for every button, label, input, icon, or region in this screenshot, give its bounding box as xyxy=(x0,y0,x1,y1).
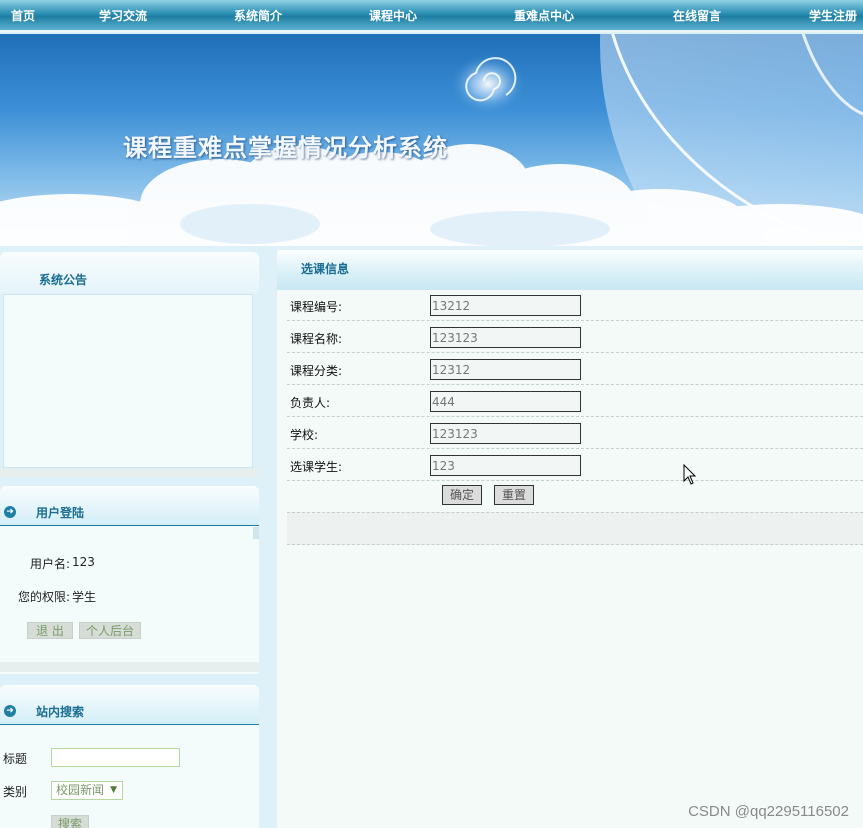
owner-label: 负责人: xyxy=(290,396,331,410)
course-name-label: 课程名称: xyxy=(290,332,343,346)
category-selected-value: 校园新闻 xyxy=(56,783,105,797)
role-label: 您的权限: xyxy=(18,590,71,604)
top-navigation: 首页 学习交流 系统简介 课程中心 重难点中心 在线留言 学生注册 xyxy=(0,0,863,32)
student-field[interactable] xyxy=(430,455,581,476)
nav-course-center[interactable]: 课程中心 xyxy=(369,7,417,24)
search-category-select[interactable]: 校园新闻 ▼ xyxy=(51,781,123,800)
mouse-cursor-icon xyxy=(683,464,697,485)
notice-title: 系统公告 xyxy=(39,273,88,287)
form-row-student: 选课学生: xyxy=(287,449,863,481)
student-label: 选课学生: xyxy=(290,460,343,474)
search-title: 站内搜索 xyxy=(36,705,85,719)
notice-content xyxy=(3,294,253,468)
panel-edge xyxy=(253,527,259,539)
site-title: 课程重难点掌握情况分析系统 xyxy=(123,133,448,162)
reset-button[interactable]: 重置 xyxy=(494,485,534,505)
left-sidebar: 系统公告 ➜ 用户登陆 用户名: 123 您的权限: 学生 退 出 个人后台 ➜… xyxy=(0,250,260,828)
course-id-field[interactable] xyxy=(430,295,581,316)
form-row-course-id: 课程编号: xyxy=(287,289,863,321)
main-panel-header: 选课信息 xyxy=(277,250,863,290)
nav-study-forum[interactable]: 学习交流 xyxy=(99,7,147,24)
notice-panel-footer xyxy=(0,468,259,478)
username-label: 用户名: xyxy=(30,557,71,571)
search-title-input[interactable] xyxy=(51,748,180,767)
login-panel-header: ➜ 用户登陆 xyxy=(0,486,259,526)
school-label: 学校: xyxy=(290,428,319,442)
form-row-owner: 负责人: xyxy=(287,385,863,417)
search-title-label: 标题 xyxy=(3,752,28,766)
course-name-field[interactable] xyxy=(430,327,581,348)
confirm-button[interactable]: 确定 xyxy=(442,485,482,505)
main-title: 选课信息 xyxy=(301,262,350,276)
search-button[interactable]: 搜索 xyxy=(51,815,89,828)
owner-field[interactable] xyxy=(430,391,581,412)
login-title: 用户登陆 xyxy=(36,506,85,520)
login-panel: ➜ 用户登陆 用户名: 123 您的权限: 学生 退 出 个人后台 xyxy=(0,486,259,674)
search-category-label: 类别 xyxy=(3,785,28,799)
username-value: 123 xyxy=(72,555,95,569)
personal-backend-button[interactable]: 个人后台 xyxy=(79,622,141,639)
course-category-label: 课程分类: xyxy=(290,364,343,378)
school-field[interactable] xyxy=(430,423,581,444)
nav-system-intro[interactable]: 系统简介 xyxy=(234,7,282,24)
chevron-down-icon: ▼ xyxy=(110,785,117,795)
course-id-label: 课程编号: xyxy=(290,300,343,314)
nav-message-board[interactable]: 在线留言 xyxy=(673,7,721,24)
form-row-course-category: 课程分类: xyxy=(287,353,863,385)
header-banner: 课程重难点掌握情况分析系统 xyxy=(0,34,863,246)
form-footer-row xyxy=(287,512,863,545)
form-row-course-name: 课程名称: xyxy=(287,321,863,353)
arrow-circle-icon: ➜ xyxy=(4,705,16,717)
watermark: CSDN @qq2295116502 xyxy=(688,803,849,820)
role-value: 学生 xyxy=(72,590,97,604)
login-panel-footer xyxy=(0,662,259,672)
course-category-field[interactable] xyxy=(430,359,581,380)
notice-panel-header: 系统公告 xyxy=(0,252,259,294)
course-selection-panel: 选课信息 课程编号: 课程名称: 课程分类: 负责人: 学校: 选课学生: 确定… xyxy=(277,250,863,828)
arrow-circle-icon: ➜ xyxy=(4,506,16,518)
nav-home[interactable]: 首页 xyxy=(11,7,35,24)
logout-button[interactable]: 退 出 xyxy=(27,622,73,639)
search-panel-header: ➜ 站内搜索 xyxy=(0,685,259,725)
nav-key-points[interactable]: 重难点中心 xyxy=(514,7,574,24)
search-panel: ➜ 站内搜索 标题 类别 校园新闻 ▼ 搜索 xyxy=(0,685,259,828)
nav-student-register[interactable]: 学生注册 xyxy=(809,7,857,24)
form-row-school: 学校: xyxy=(287,417,863,449)
